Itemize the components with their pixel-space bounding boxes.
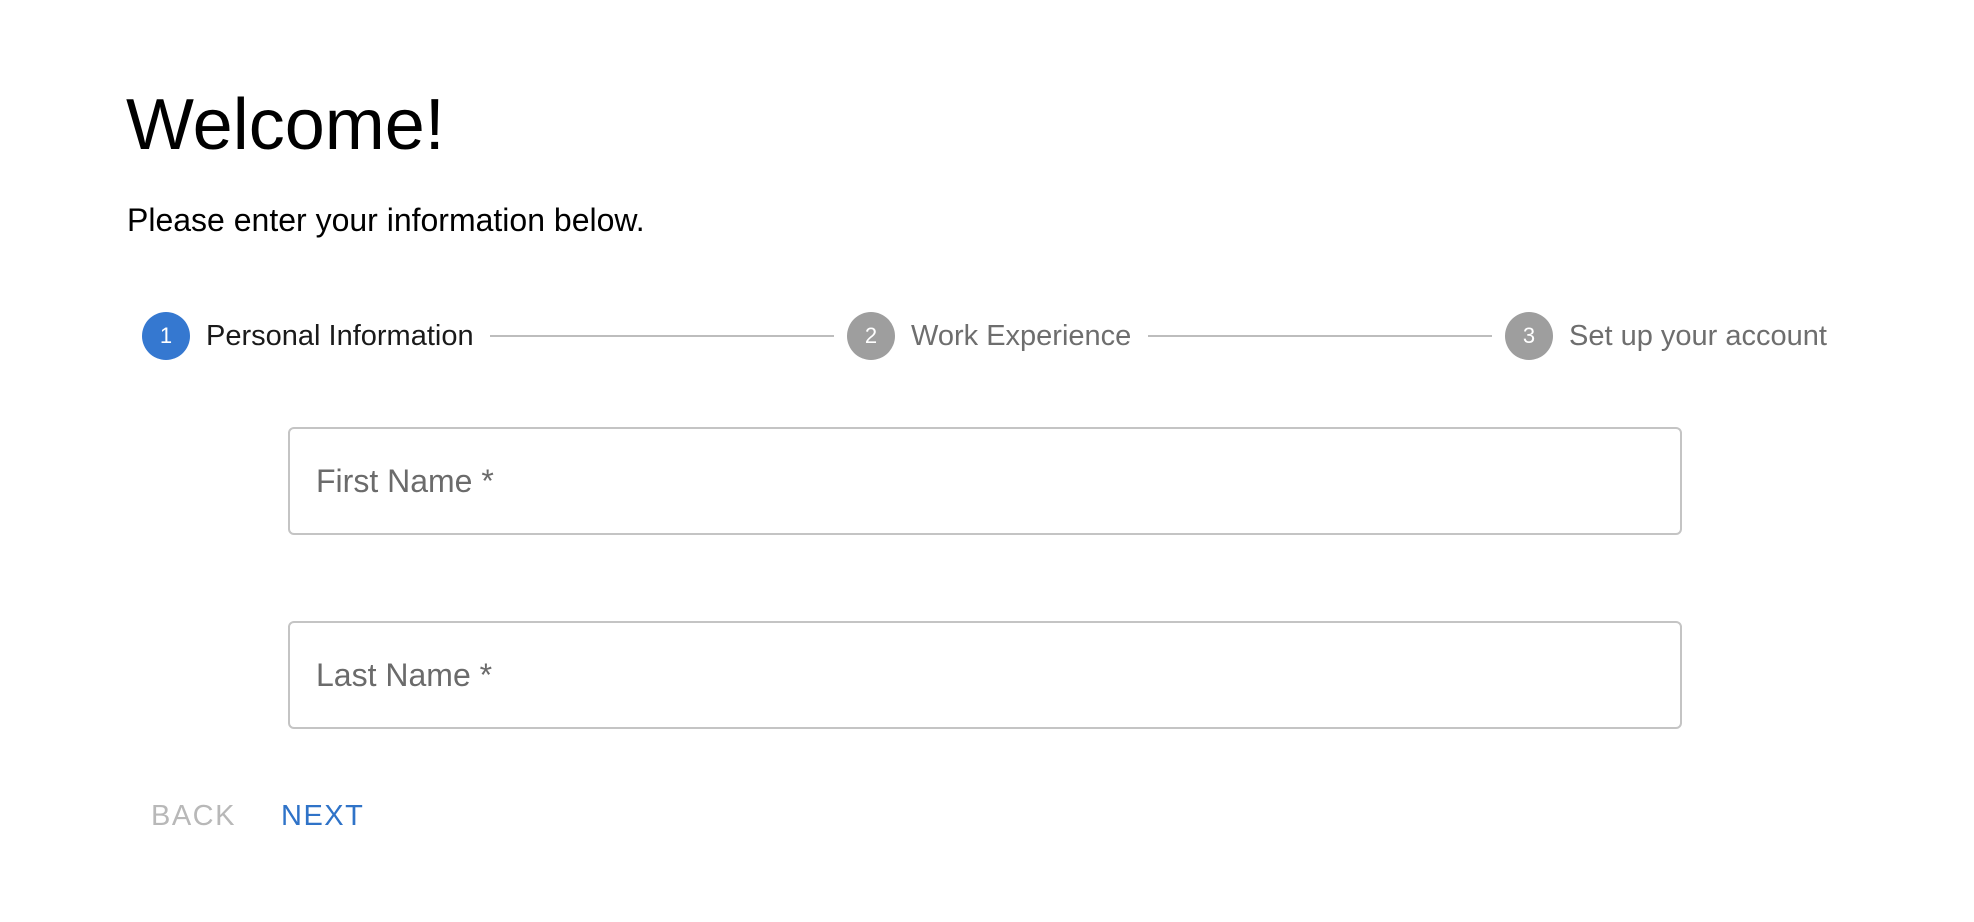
last-name-field (288, 621, 1682, 729)
step-number-badge: 2 (847, 312, 895, 360)
next-button[interactable]: NEXT (281, 796, 364, 836)
step-label: Personal Information (206, 319, 474, 352)
step-work-experience[interactable]: 2 Work Experience (847, 311, 1131, 361)
step-label: Set up your account (1569, 319, 1827, 352)
last-name-input[interactable] (290, 623, 1680, 727)
stepper: 1 Personal Information 2 Work Experience… (142, 311, 1842, 361)
step-number-badge: 3 (1505, 312, 1553, 360)
page-title: Welcome! (126, 85, 445, 165)
step-connector (490, 335, 834, 337)
back-button[interactable]: BACK (151, 796, 236, 836)
step-label: Work Experience (911, 319, 1132, 352)
page-subtitle: Please enter your information below. (127, 202, 645, 238)
step-personal-information[interactable]: 1 Personal Information (142, 311, 474, 361)
first-name-input[interactable] (290, 429, 1680, 533)
step-number-badge: 1 (142, 312, 190, 360)
step-connector (1148, 335, 1492, 337)
first-name-field (288, 427, 1682, 535)
step-set-up-account[interactable]: 3 Set up your account (1505, 311, 1827, 361)
page: Welcome! Please enter your information b… (0, 0, 1974, 922)
